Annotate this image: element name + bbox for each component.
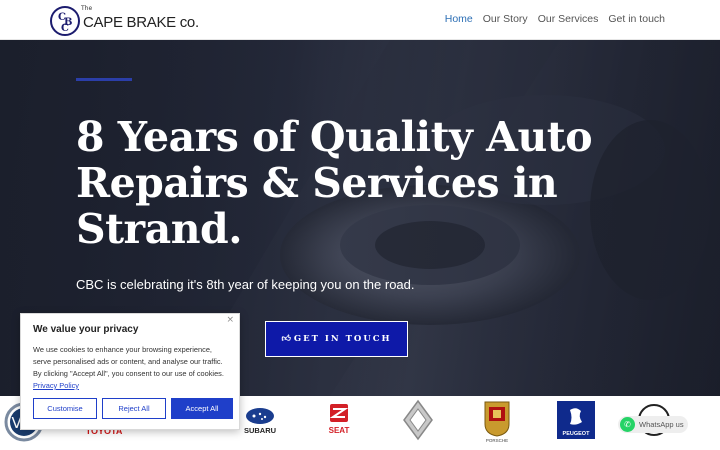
porsche-logo: PORSCHE [484,401,510,443]
subaru-logo: SUBARU [244,408,276,435]
nav-home[interactable]: Home [445,13,473,25]
whatsapp-icon: ✆ [620,417,635,432]
cta-label: GET IN TOUCH [293,334,392,344]
main-nav: Home Our Story Our Services Get in touch [445,13,665,25]
cookie-consent-banner: × We value your privacy We use cookies t… [20,313,240,430]
cookie-title: We value your privacy [33,324,139,335]
svg-text:PORSCHE: PORSCHE [486,438,508,443]
customise-button[interactable]: Customise [33,398,97,419]
svg-text:SUBARU: SUBARU [244,426,276,435]
accept-all-button[interactable]: Accept All [171,398,233,419]
privacy-policy-link[interactable]: Privacy Policy [33,381,79,390]
logo-the: The [81,5,93,12]
site-logo[interactable]: C B C The CAPE BRAKE co. [50,5,199,37]
svg-text:PEUGEOT: PEUGEOT [563,431,591,437]
site-header: C B C The CAPE BRAKE co. Home Our Story … [0,0,720,40]
renault-logo [403,399,433,441]
hero-title: 8 Years of Quality Auto Repairs & Servic… [76,113,593,253]
hero-subtitle: CBC is celebrating it's 8th year of keep… [76,277,415,292]
get-in-touch-button[interactable]: 👍︎ GET IN TOUCH [265,321,408,357]
nav-get-in-touch[interactable]: Get in touch [608,13,665,25]
peugeot-logo: PEUGEOT [557,401,595,439]
cookie-body: We use cookies to enhance your browsing … [33,345,224,390]
hero-accent-line [76,78,132,81]
thumbs-up-icon: 👍︎ [281,334,291,344]
whatsapp-label: WhatsApp us [639,420,684,429]
reject-all-button[interactable]: Reject All [102,398,166,419]
logo-text: CAPE BRAKE co. [83,13,199,31]
nav-our-story[interactable]: Our Story [483,13,528,25]
seat-logo: SEAT [329,404,350,435]
whatsapp-button[interactable]: ✆ WhatsApp us [618,416,688,433]
logo-emblem: C B C [50,6,80,36]
nav-our-services[interactable]: Our Services [538,13,599,25]
close-icon[interactable]: × [226,315,234,325]
cookie-actions: Customise Reject All Accept All [33,398,233,419]
svg-text:SEAT: SEAT [329,426,350,435]
